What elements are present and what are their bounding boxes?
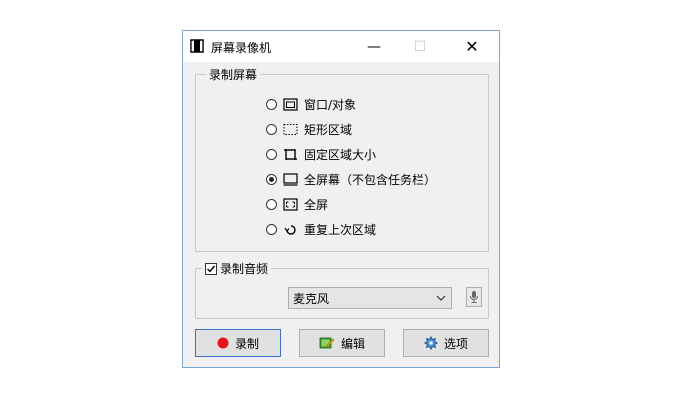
record-button-label: 录制 xyxy=(234,336,259,351)
window-title: 屏幕录像机 xyxy=(211,41,272,55)
app-window: 屏幕录像机 — ☐ ✕ 录制屏幕 窗口/对象 矩形区域 固定区域大小 全屏幕（不… xyxy=(182,30,500,368)
gear-icon xyxy=(424,336,438,350)
options-button-label: 选项 xyxy=(443,336,468,351)
option-fullscreen[interactable]: 全屏 xyxy=(266,195,328,213)
edit-icon xyxy=(319,337,335,349)
radio-repeat-last[interactable] xyxy=(266,223,277,235)
option-fixed-area[interactable]: 固定区域大小 xyxy=(266,145,376,163)
chevron-down-icon xyxy=(436,295,446,301)
radio-rectangle[interactable] xyxy=(266,123,277,135)
microphone-settings-button[interactable] xyxy=(466,287,482,307)
title-bar[interactable]: 屏幕录像机 — ☐ ✕ xyxy=(183,31,499,62)
radio-fullscreen-no-taskbar[interactable] xyxy=(266,173,277,185)
monitor-icon xyxy=(283,172,298,186)
edit-button[interactable]: 编辑 xyxy=(299,329,385,357)
radio-fixed-area[interactable] xyxy=(266,148,277,160)
repeat-icon xyxy=(284,224,296,235)
audio-device-select[interactable]: 麦克风 xyxy=(288,287,452,309)
option-fullscreen-no-taskbar[interactable]: 全屏幕（不包含任务栏） xyxy=(266,170,436,188)
close-icon: ✕ xyxy=(465,37,479,56)
dashed-rect-icon xyxy=(283,123,298,135)
option-label: 全屏 xyxy=(304,197,329,212)
option-window[interactable]: 窗口/对象 xyxy=(266,95,356,113)
option-repeat-last[interactable]: 重复上次区域 xyxy=(266,220,376,238)
fullscreen-icon xyxy=(283,197,298,211)
options-button[interactable]: 选项 xyxy=(403,329,489,357)
record-dot-icon xyxy=(217,337,229,349)
radio-fullscreen[interactable] xyxy=(266,198,277,210)
option-label: 固定区域大小 xyxy=(304,147,377,162)
record-button[interactable]: 录制 xyxy=(195,329,281,357)
microphone-icon xyxy=(470,291,478,303)
audio-device-value: 麦克风 xyxy=(293,291,330,306)
option-label: 矩形区域 xyxy=(304,122,353,137)
edit-button-label: 编辑 xyxy=(340,336,365,351)
record-screen-legend: 录制屏幕 xyxy=(209,68,258,82)
option-rectangle[interactable]: 矩形区域 xyxy=(266,120,352,138)
radio-window[interactable] xyxy=(266,98,277,110)
film-icon xyxy=(190,39,204,53)
record-screen-group: 录制屏幕 窗口/对象 矩形区域 固定区域大小 全屏幕（不包含任务栏） 全屏 重复… xyxy=(195,66,489,252)
fixed-area-icon xyxy=(284,148,297,160)
minimize-icon: — xyxy=(367,38,381,55)
option-label: 窗口/对象 xyxy=(304,97,357,112)
record-audio-checkbox[interactable] xyxy=(205,262,217,275)
checkmark-icon xyxy=(207,265,216,273)
close-button[interactable]: ✕ xyxy=(449,31,495,62)
option-label: 全屏幕（不包含任务栏） xyxy=(304,172,437,187)
maximize-button[interactable]: ☐ xyxy=(397,31,443,62)
record-audio-label: 录制音频 xyxy=(220,262,269,276)
window-icon xyxy=(283,97,298,111)
option-label: 重复上次区域 xyxy=(304,222,377,237)
record-audio-group: 录制音频 麦克风 xyxy=(195,260,489,319)
maximize-icon: ☐ xyxy=(413,38,427,55)
minimize-button[interactable]: — xyxy=(351,31,397,62)
